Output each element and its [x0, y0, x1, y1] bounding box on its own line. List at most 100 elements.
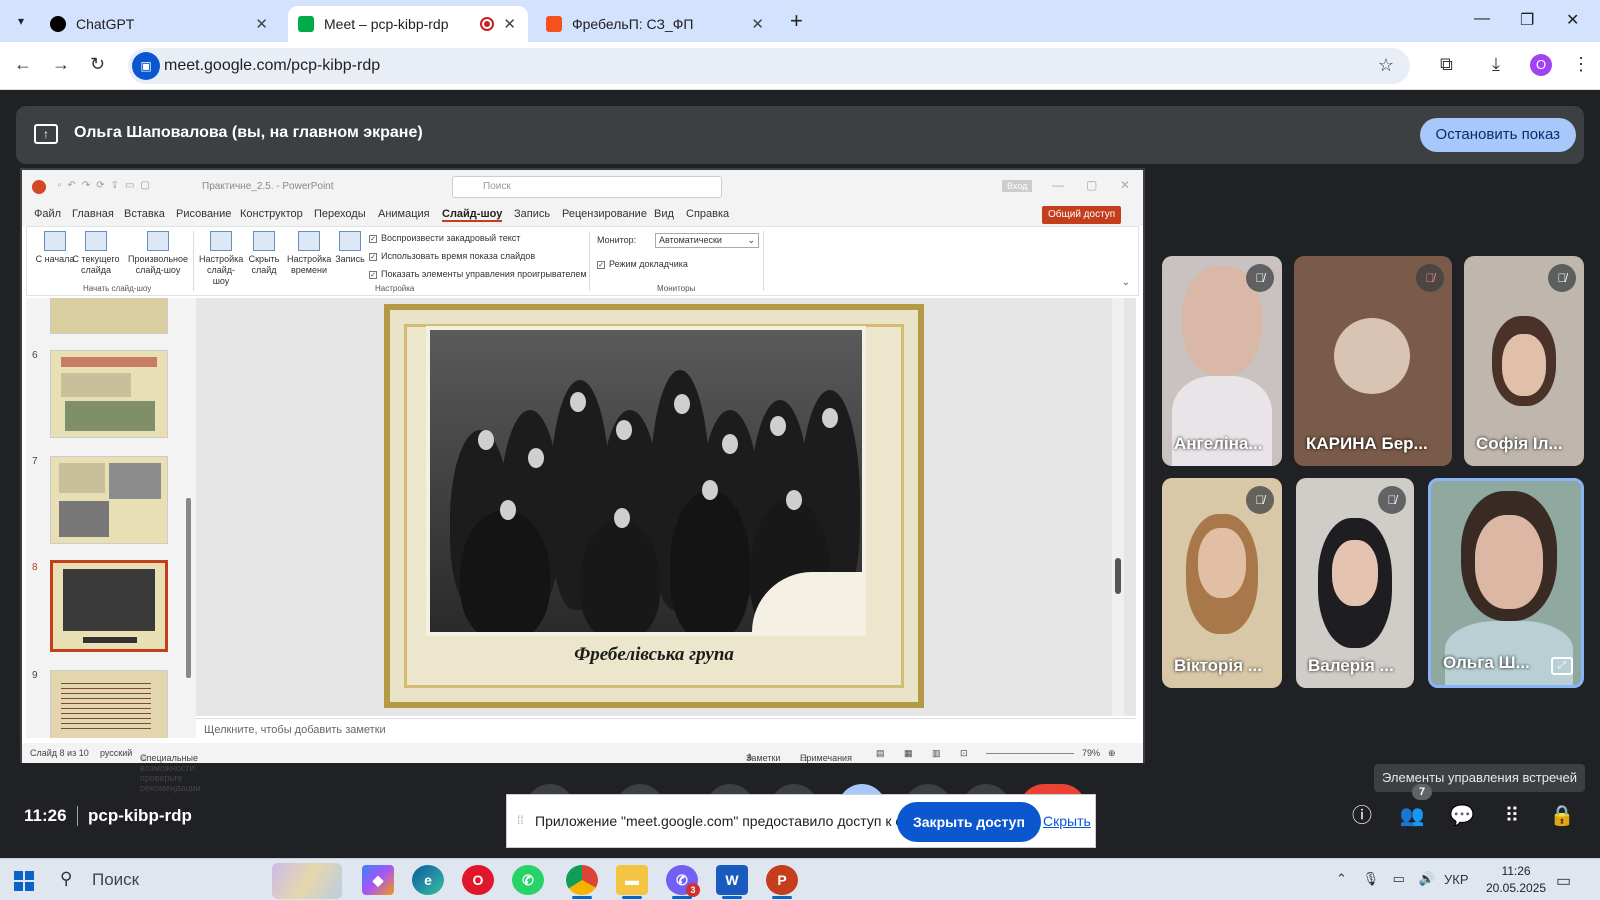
slide-thumbnail[interactable]	[50, 456, 168, 544]
windows-start-icon[interactable]	[14, 871, 34, 891]
from-current-button[interactable]: С текущего слайда	[71, 231, 121, 276]
participant-tile[interactable]: 🎙̸ КАРИНА Бер...	[1294, 256, 1452, 466]
narration-checkbox[interactable]: ✓ Воспроизвести закадровый текст	[369, 233, 520, 243]
whatsapp-icon[interactable]: ✆	[512, 865, 544, 895]
close-tab-icon[interactable]: ✕	[751, 15, 764, 33]
ppt-menu-file[interactable]: Файл	[34, 208, 61, 220]
slide-thumbnail[interactable]	[50, 670, 168, 738]
minimize-icon[interactable]: —	[1474, 10, 1490, 28]
custom-show-button[interactable]: Произвольное слайд-шоу	[127, 231, 189, 276]
drag-handle-icon[interactable]: ⁞⁞	[517, 813, 524, 827]
meeting-details-icon[interactable]: ⓘ	[1340, 794, 1384, 838]
volume-icon[interactable]: 🔊	[1419, 871, 1435, 886]
participant-tile[interactable]: 🎙̸ Валерія ...	[1296, 478, 1414, 688]
bookmark-star-icon[interactable]: ☆	[1378, 55, 1394, 76]
ppt-menu-home[interactable]: Главная	[72, 208, 114, 220]
zoom-level[interactable]: 79%	[1082, 748, 1100, 758]
normal-view-icon[interactable]: ▤	[876, 748, 885, 759]
slide-thumbnail[interactable]	[50, 350, 168, 438]
ppt-search-input[interactable]: Поиск	[452, 176, 722, 198]
controls-checkbox[interactable]: ✓ Показать элементы управления проигрыват…	[369, 269, 587, 279]
network-icon[interactable]: ▭	[1393, 871, 1405, 886]
tab-frebel[interactable]: ФребельП: СЗ_ФП ✕	[536, 6, 776, 42]
omnibox[interactable]: ▣ meet.google.com/pcp-kibp-rdp ☆	[128, 48, 1410, 84]
slide-sorter-icon[interactable]: ▦	[904, 748, 913, 759]
viber-icon[interactable]: ✆ 3	[666, 865, 700, 899]
participant-tile-self[interactable]: Ольга Ш... ⤢	[1428, 478, 1584, 688]
setup-show-button[interactable]: Настройка слайд-шоу	[199, 231, 243, 287]
file-explorer-icon[interactable]: ▬	[616, 865, 648, 899]
ppt-menu-record[interactable]: Запись	[514, 208, 550, 220]
copilot-icon[interactable]: ◆	[362, 865, 394, 895]
slide-scrollbar[interactable]	[1112, 298, 1124, 716]
zoom-slider[interactable]	[986, 753, 1074, 754]
stop-presenting-button[interactable]: Остановить показ	[1419, 118, 1576, 152]
pin-tile-icon[interactable]: ⤢	[1551, 657, 1573, 675]
tab-chatgpt[interactable]: ChatGPT ✕	[40, 6, 280, 42]
ppt-menu-view[interactable]: Вид	[654, 208, 674, 220]
people-icon[interactable]: 👥	[1390, 794, 1434, 838]
record-button[interactable]: Запись	[333, 231, 367, 265]
collapse-ribbon-icon[interactable]: ⌄	[1122, 277, 1130, 288]
forward-icon[interactable]: →	[52, 54, 70, 75]
scrollbar-handle[interactable]	[1115, 558, 1121, 594]
chat-icon[interactable]: 💬	[1440, 794, 1484, 838]
opera-icon[interactable]: O	[462, 865, 494, 895]
ppt-signin-button[interactable]: Вход	[1002, 180, 1033, 192]
search-highlight-image[interactable]	[272, 863, 342, 899]
timings-checkbox[interactable]: ✓ Использовать время показа слайдов	[369, 251, 535, 261]
ppt-menu-transitions[interactable]: Переходы	[314, 208, 366, 220]
slide-thumbnail[interactable]	[50, 298, 168, 334]
participant-tile[interactable]: 🎙̸ Ангеліна...	[1162, 256, 1282, 466]
ppt-menu-help[interactable]: Справка	[686, 208, 729, 220]
ppt-minimize-icon[interactable]: —	[1052, 178, 1064, 192]
slideshow-view-icon[interactable]: ⊡	[960, 748, 968, 759]
tab-meet[interactable]: Meet – pcp-kibp-rdp ✕	[288, 6, 528, 42]
browser-menu-icon[interactable]: ⋮	[1572, 54, 1590, 75]
close-tab-icon[interactable]: ✕	[503, 15, 516, 33]
reload-icon[interactable]: ↻	[90, 54, 105, 75]
ppt-menu-insert[interactable]: Вставка	[124, 208, 165, 220]
new-tab-icon[interactable]: +	[790, 8, 803, 34]
hide-notice-link[interactable]: Скрыть	[1043, 813, 1091, 829]
ppt-menu-slideshow[interactable]: Слайд-шоу	[442, 208, 503, 222]
ppt-share-button[interactable]: Общий доступ	[1042, 206, 1122, 224]
monitor-select[interactable]: Автоматически ⌄	[655, 233, 759, 248]
chrome-icon[interactable]	[566, 865, 598, 899]
tab-search-icon[interactable]: ▾	[8, 8, 34, 34]
word-icon[interactable]: W	[716, 865, 748, 899]
language-indicator[interactable]: УКР	[1444, 872, 1469, 887]
ppt-restore-icon[interactable]: ▢	[1086, 178, 1097, 192]
taskbar-clock[interactable]: 11:26 20.05.2025	[1486, 863, 1546, 897]
extensions-icon[interactable]: ⧉	[1440, 54, 1453, 75]
from-start-button[interactable]: С начала	[35, 231, 75, 265]
notes-pane[interactable]: Щелкните, чтобы добавить заметки	[196, 718, 1136, 742]
ppt-menu-draw[interactable]: Рисование	[176, 208, 231, 220]
presenter-view-checkbox[interactable]: ✓ Режим докладчика	[597, 259, 688, 269]
back-icon[interactable]: ←	[14, 54, 32, 75]
notifications-icon[interactable]: ▭	[1556, 871, 1571, 891]
downloads-icon[interactable]: ⤓	[1492, 54, 1500, 75]
profile-avatar[interactable]: O	[1530, 54, 1552, 76]
microphone-icon[interactable]: 🎙	[1363, 871, 1380, 886]
close-tab-icon[interactable]: ✕	[255, 15, 268, 33]
rehearse-button[interactable]: Настройка времени	[287, 231, 331, 276]
tray-chevron-icon[interactable]: ⌃	[1336, 871, 1347, 886]
restore-icon[interactable]: ❐	[1520, 10, 1534, 30]
stop-sharing-button[interactable]: Закрыть доступ	[897, 802, 1041, 842]
ppt-close-icon[interactable]: ✕	[1120, 178, 1130, 192]
ppt-menu-design[interactable]: Конструктор	[240, 208, 303, 220]
ppt-menu-animations[interactable]: Анимация	[378, 208, 430, 220]
close-window-icon[interactable]: ✕	[1566, 10, 1579, 30]
fit-to-window-icon[interactable]: ⊕	[1108, 748, 1116, 759]
slide-thumbnail-active[interactable]	[50, 560, 168, 652]
participant-tile[interactable]: 🎙̸ Вікторія ...	[1162, 478, 1282, 688]
ppt-menu-review[interactable]: Рецензирование	[562, 208, 647, 220]
activities-icon[interactable]: ⠿	[1490, 794, 1534, 838]
current-slide[interactable]: Фребелівська група	[384, 304, 924, 708]
language-indicator[interactable]: русский	[100, 748, 132, 758]
participant-tile[interactable]: 🎙̸ Софія Іл...	[1464, 256, 1584, 466]
thumbnails-scrollbar[interactable]	[186, 498, 191, 678]
hide-slide-button[interactable]: Скрыть слайд	[245, 231, 283, 276]
reading-view-icon[interactable]: ▥	[932, 748, 941, 759]
